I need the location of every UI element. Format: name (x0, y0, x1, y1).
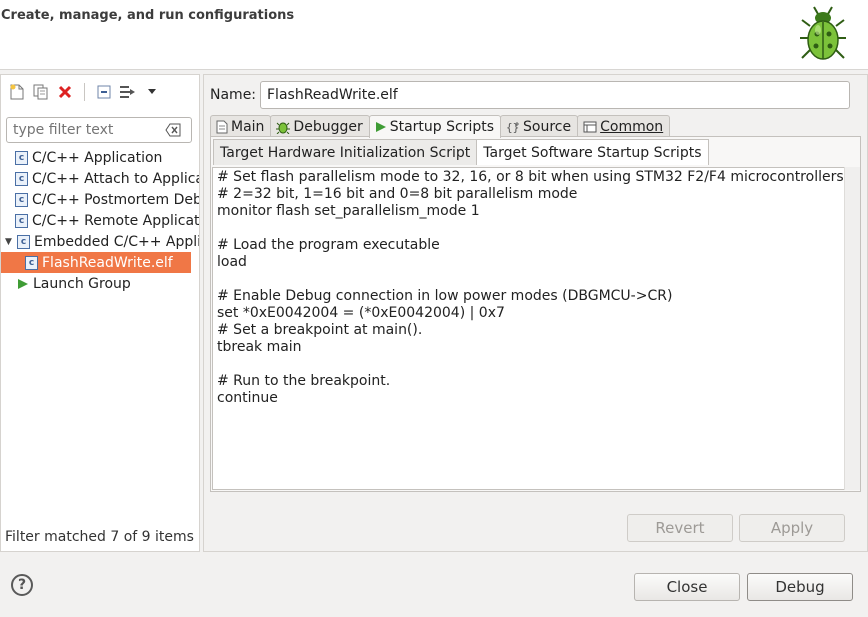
left-toolbar (1, 75, 199, 109)
tree-item-label: FlashReadWrite.elf (42, 254, 173, 271)
dialog-title: Create, manage, and run configurations (1, 8, 295, 23)
script-line: # Run to the breakpoint. (217, 373, 391, 389)
play-icon (375, 122, 386, 132)
filter-status-text: Filter matched 7 of 9 items (5, 529, 194, 545)
script-line: continue (217, 390, 278, 406)
filter-field[interactable] (6, 117, 192, 143)
source-lookup-icon: {} (506, 121, 519, 134)
subtab-target-hardware-initialization[interactable]: Target Hardware Initialization Script (213, 139, 478, 165)
tree-item-cpp-attach[interactable]: c C/C++ Attach to Applica (1, 168, 199, 189)
new-configuration-icon[interactable] (7, 82, 27, 102)
debug-button[interactable]: Debug (747, 573, 853, 601)
configuration-list-panel: c C/C++ Application c C/C++ Attach to Ap… (0, 74, 200, 552)
revert-button[interactable]: Revert (627, 514, 733, 542)
script-line: monitor flash set_parallelism_mode 1 (217, 203, 480, 219)
close-button[interactable]: Close (634, 573, 740, 601)
tree-item-cpp-postmortem[interactable]: c C/C++ Postmortem Debu (1, 189, 199, 210)
tab-label: Startup Scripts (389, 119, 495, 135)
tree-item-label: C/C++ Attach to Applica (32, 170, 199, 187)
c-config-icon: c (15, 213, 28, 228)
script-line (217, 271, 840, 288)
tree-item-cpp-application[interactable]: c C/C++ Application (1, 147, 199, 168)
tree-item-label: C/C++ Application (32, 149, 163, 166)
dialog-header: Create, manage, and run configurations (0, 0, 868, 70)
tree-item-cpp-remote[interactable]: c C/C++ Remote Applicatio (1, 210, 199, 231)
startup-scripts-tab-body: Target Hardware Initialization Script Ta… (210, 136, 861, 492)
tree-item-label: Embedded C/C++ Applic (34, 233, 199, 250)
filter-input[interactable] (7, 118, 157, 142)
c-config-icon: c (15, 192, 28, 207)
script-line: load (217, 254, 247, 270)
configuration-editor-panel: Name: FlashReadWrite.elf Main Debugger S… (203, 74, 868, 552)
launch-group-icon (18, 278, 28, 289)
common-table-icon (583, 121, 597, 132)
tree-item-embedded-cpp[interactable]: ▼ c Embedded C/C++ Applic (1, 231, 199, 252)
script-line: # Set a breakpoint at main(). (217, 322, 423, 338)
tab-debugger[interactable]: Debugger (270, 115, 370, 137)
script-line: # Set flash parallelism mode to 32, 16, … (217, 169, 844, 185)
tree-item-label: C/C++ Postmortem Debu (32, 191, 199, 208)
tree-item-label: Launch Group (33, 275, 131, 292)
debug-bug-icon (800, 6, 846, 60)
config-tabs: Main Debugger Startup Scripts {} Source … (210, 115, 671, 138)
tab-label: Common (600, 118, 664, 135)
tree-item-launch-group[interactable]: Launch Group (1, 273, 199, 294)
tree-item-flashreadwrite[interactable]: c FlashReadWrite.elf (1, 252, 191, 273)
c-config-icon: c (15, 150, 28, 165)
c-config-icon: c (25, 255, 38, 270)
apply-button[interactable]: Apply (739, 514, 845, 542)
document-icon (216, 120, 228, 133)
name-label: Name: (210, 87, 257, 103)
script-line (217, 356, 840, 373)
script-line: tbreak main (217, 339, 302, 355)
tab-label: Source (523, 118, 572, 135)
clear-filter-icon[interactable] (165, 123, 181, 137)
delete-configuration-icon[interactable] (55, 82, 75, 102)
script-scrollbar[interactable] (844, 167, 860, 490)
script-subtabs: Target Hardware Initialization Script Ta… (213, 139, 709, 165)
filter-configurations-icon[interactable] (118, 82, 138, 102)
c-config-icon: c (17, 234, 30, 249)
tree-item-label: C/C++ Remote Applicatio (32, 212, 199, 229)
view-menu-chevron-down-icon[interactable] (142, 82, 162, 102)
name-field[interactable]: FlashReadWrite.elf (260, 81, 850, 109)
tab-main[interactable]: Main (210, 115, 272, 137)
tab-startup-scripts[interactable]: Startup Scripts (368, 115, 502, 138)
expanded-triangle-icon[interactable]: ▼ (5, 237, 15, 247)
c-config-icon: c (15, 171, 28, 186)
tab-label: Debugger (293, 118, 363, 135)
help-icon[interactable]: ? (11, 574, 33, 596)
tab-source[interactable]: {} Source (500, 115, 579, 137)
script-line: # Enable Debug connection in low power m… (217, 288, 673, 304)
subtab-target-software-startup[interactable]: Target Software Startup Scripts (476, 139, 709, 165)
script-line: # 2=32 bit, 1=16 bit and 0=8 bit paralle… (217, 186, 578, 202)
script-line (217, 220, 840, 237)
collapse-all-icon[interactable] (94, 82, 114, 102)
tab-label: Main (231, 118, 265, 135)
script-line: # Load the program executable (217, 237, 440, 253)
duplicate-configuration-icon[interactable] (31, 82, 51, 102)
script-line: set *0xE0042004 = (*0xE0042004) | 0x7 (217, 305, 505, 321)
startup-script-editor[interactable]: # Set flash parallelism mode to 32, 16, … (212, 167, 845, 490)
bug-icon (276, 122, 291, 134)
tab-common[interactable]: Common (577, 115, 671, 137)
configuration-tree: c C/C++ Application c C/C++ Attach to Ap… (1, 147, 199, 294)
toolbar-separator (84, 83, 85, 101)
